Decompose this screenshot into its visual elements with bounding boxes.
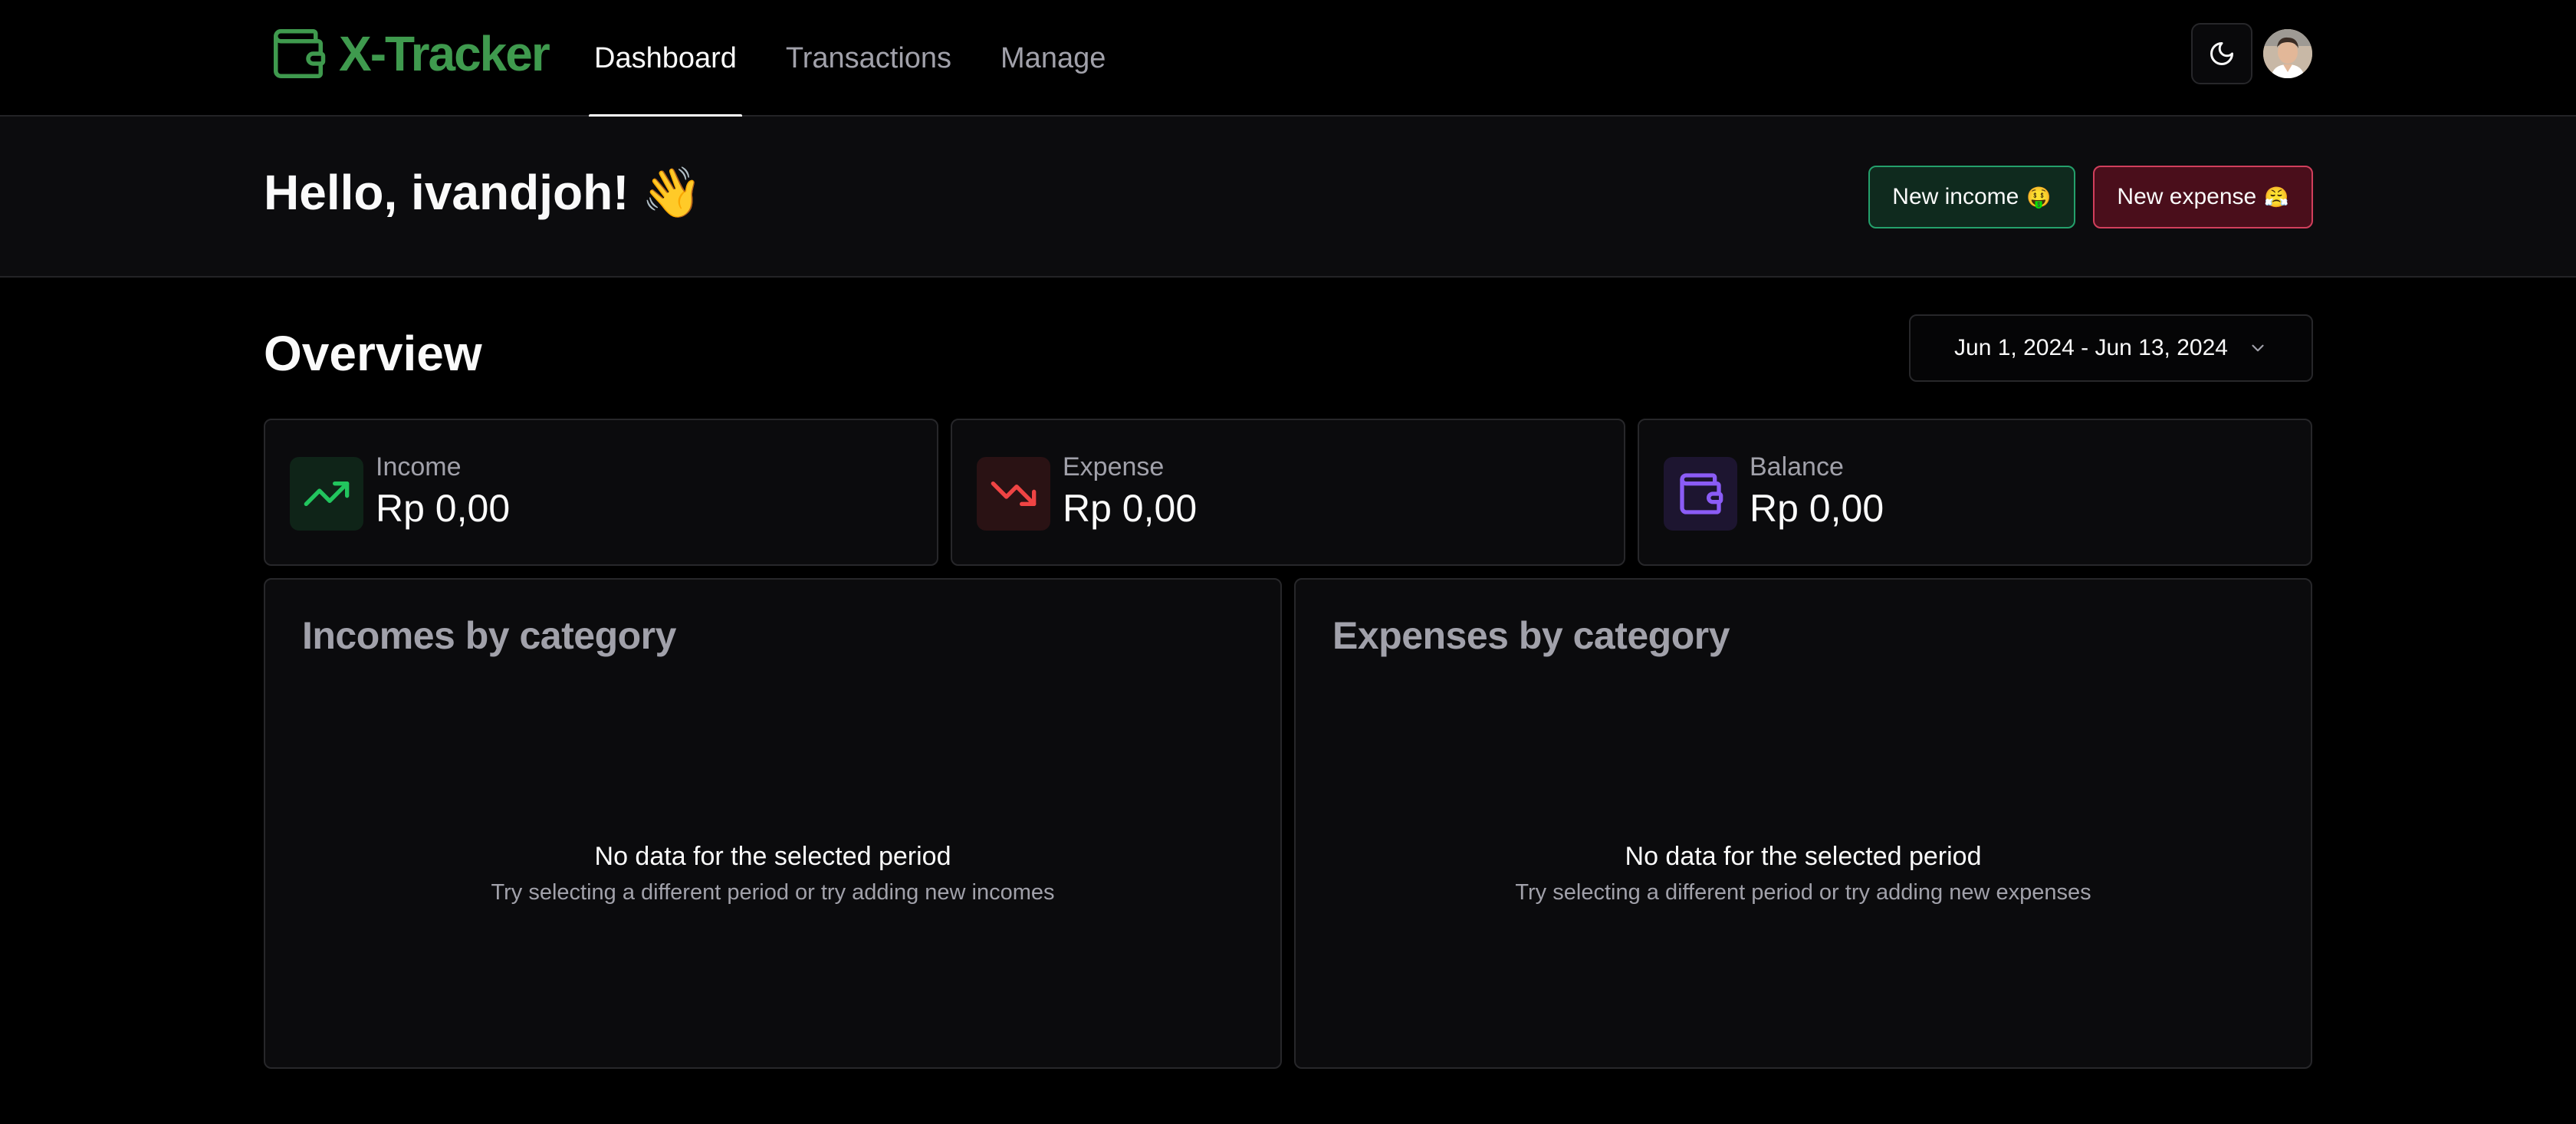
wallet-logo-icon — [273, 28, 326, 79]
trending-down-icon — [991, 481, 1037, 506]
chevron-down-icon — [2252, 344, 2264, 352]
expenses-empty-subtitle: Try selecting a different period or try … — [1515, 880, 2091, 905]
wallet-icon — [1680, 473, 1723, 514]
new-income-label: New income — [1892, 184, 2019, 209]
avatar-image — [2263, 29, 2312, 78]
greeting-band: Hello, ivandjoh! 👋 New income 🤑 New expen… — [0, 117, 2576, 278]
new-expense-button[interactable]: New expense 😤 — [2093, 166, 2313, 228]
income-stat-card: Income Rp 0,00 — [264, 419, 938, 566]
expense-value: Rp 0,00 — [1063, 487, 1198, 530]
expenses-by-category-panel: Expenses by category No data for the sel… — [1294, 578, 2312, 1069]
incomes-by-category-panel: Incomes by category No data for the sele… — [264, 578, 1282, 1069]
theme-toggle-button[interactable] — [2191, 23, 2252, 84]
income-label: Income — [376, 452, 462, 481]
moon-icon — [2210, 42, 2233, 65]
expense-stat-card: Expense Rp 0,00 — [951, 419, 1625, 566]
nav-link-manage[interactable]: Manage — [995, 0, 1111, 117]
new-income-button[interactable]: New income 🤑 — [1868, 166, 2075, 228]
income-value: Rp 0,00 — [376, 487, 511, 530]
expense-label: Expense — [1063, 452, 1165, 481]
overview-title: Overview — [264, 326, 482, 381]
top-navbar: X-Tracker Dashboard Transactions Manage — [0, 0, 2576, 118]
user-avatar[interactable] — [2263, 29, 2312, 78]
expenses-empty-title: No data for the selected period — [1625, 842, 1982, 871]
expense-icon-box — [977, 457, 1050, 531]
balance-icon-box — [1664, 457, 1737, 531]
incomes-panel-title: Incomes by category — [302, 614, 676, 657]
app-name: X-Tracker — [339, 26, 550, 81]
money-face-emoji: 🤑 — [2026, 185, 2052, 209]
incomes-empty-subtitle: Try selecting a different period or try … — [491, 880, 1055, 905]
expenses-panel-title: Expenses by category — [1332, 614, 1730, 657]
date-range-text: Jun 1, 2024 - Jun 13, 2024 — [1954, 335, 2228, 360]
balance-label: Balance — [1750, 452, 1844, 481]
app-logo[interactable]: X-Tracker — [268, 23, 550, 84]
incomes-empty-title: No data for the selected period — [594, 842, 951, 871]
new-expense-label: New expense — [2117, 184, 2257, 209]
steam-face-emoji: 😤 — [2264, 185, 2289, 209]
income-icon-box — [290, 457, 363, 531]
date-range-picker[interactable]: Jun 1, 2024 - Jun 13, 2024 — [1909, 314, 2313, 382]
greeting-text: Hello, ivandjoh! — [264, 165, 629, 220]
balance-value: Rp 0,00 — [1750, 487, 1884, 530]
balance-stat-card: Balance Rp 0,00 — [1638, 419, 2312, 566]
trending-up-icon — [304, 481, 350, 506]
nav-link-dashboard[interactable]: Dashboard — [589, 0, 742, 118]
nav-link-transactions[interactable]: Transactions — [780, 0, 957, 117]
waving-hand-emoji: 👋 — [641, 165, 703, 220]
main-nav: Dashboard Transactions Manage — [589, 0, 1149, 118]
greeting-heading: Hello, ivandjoh! 👋 — [264, 164, 702, 222]
